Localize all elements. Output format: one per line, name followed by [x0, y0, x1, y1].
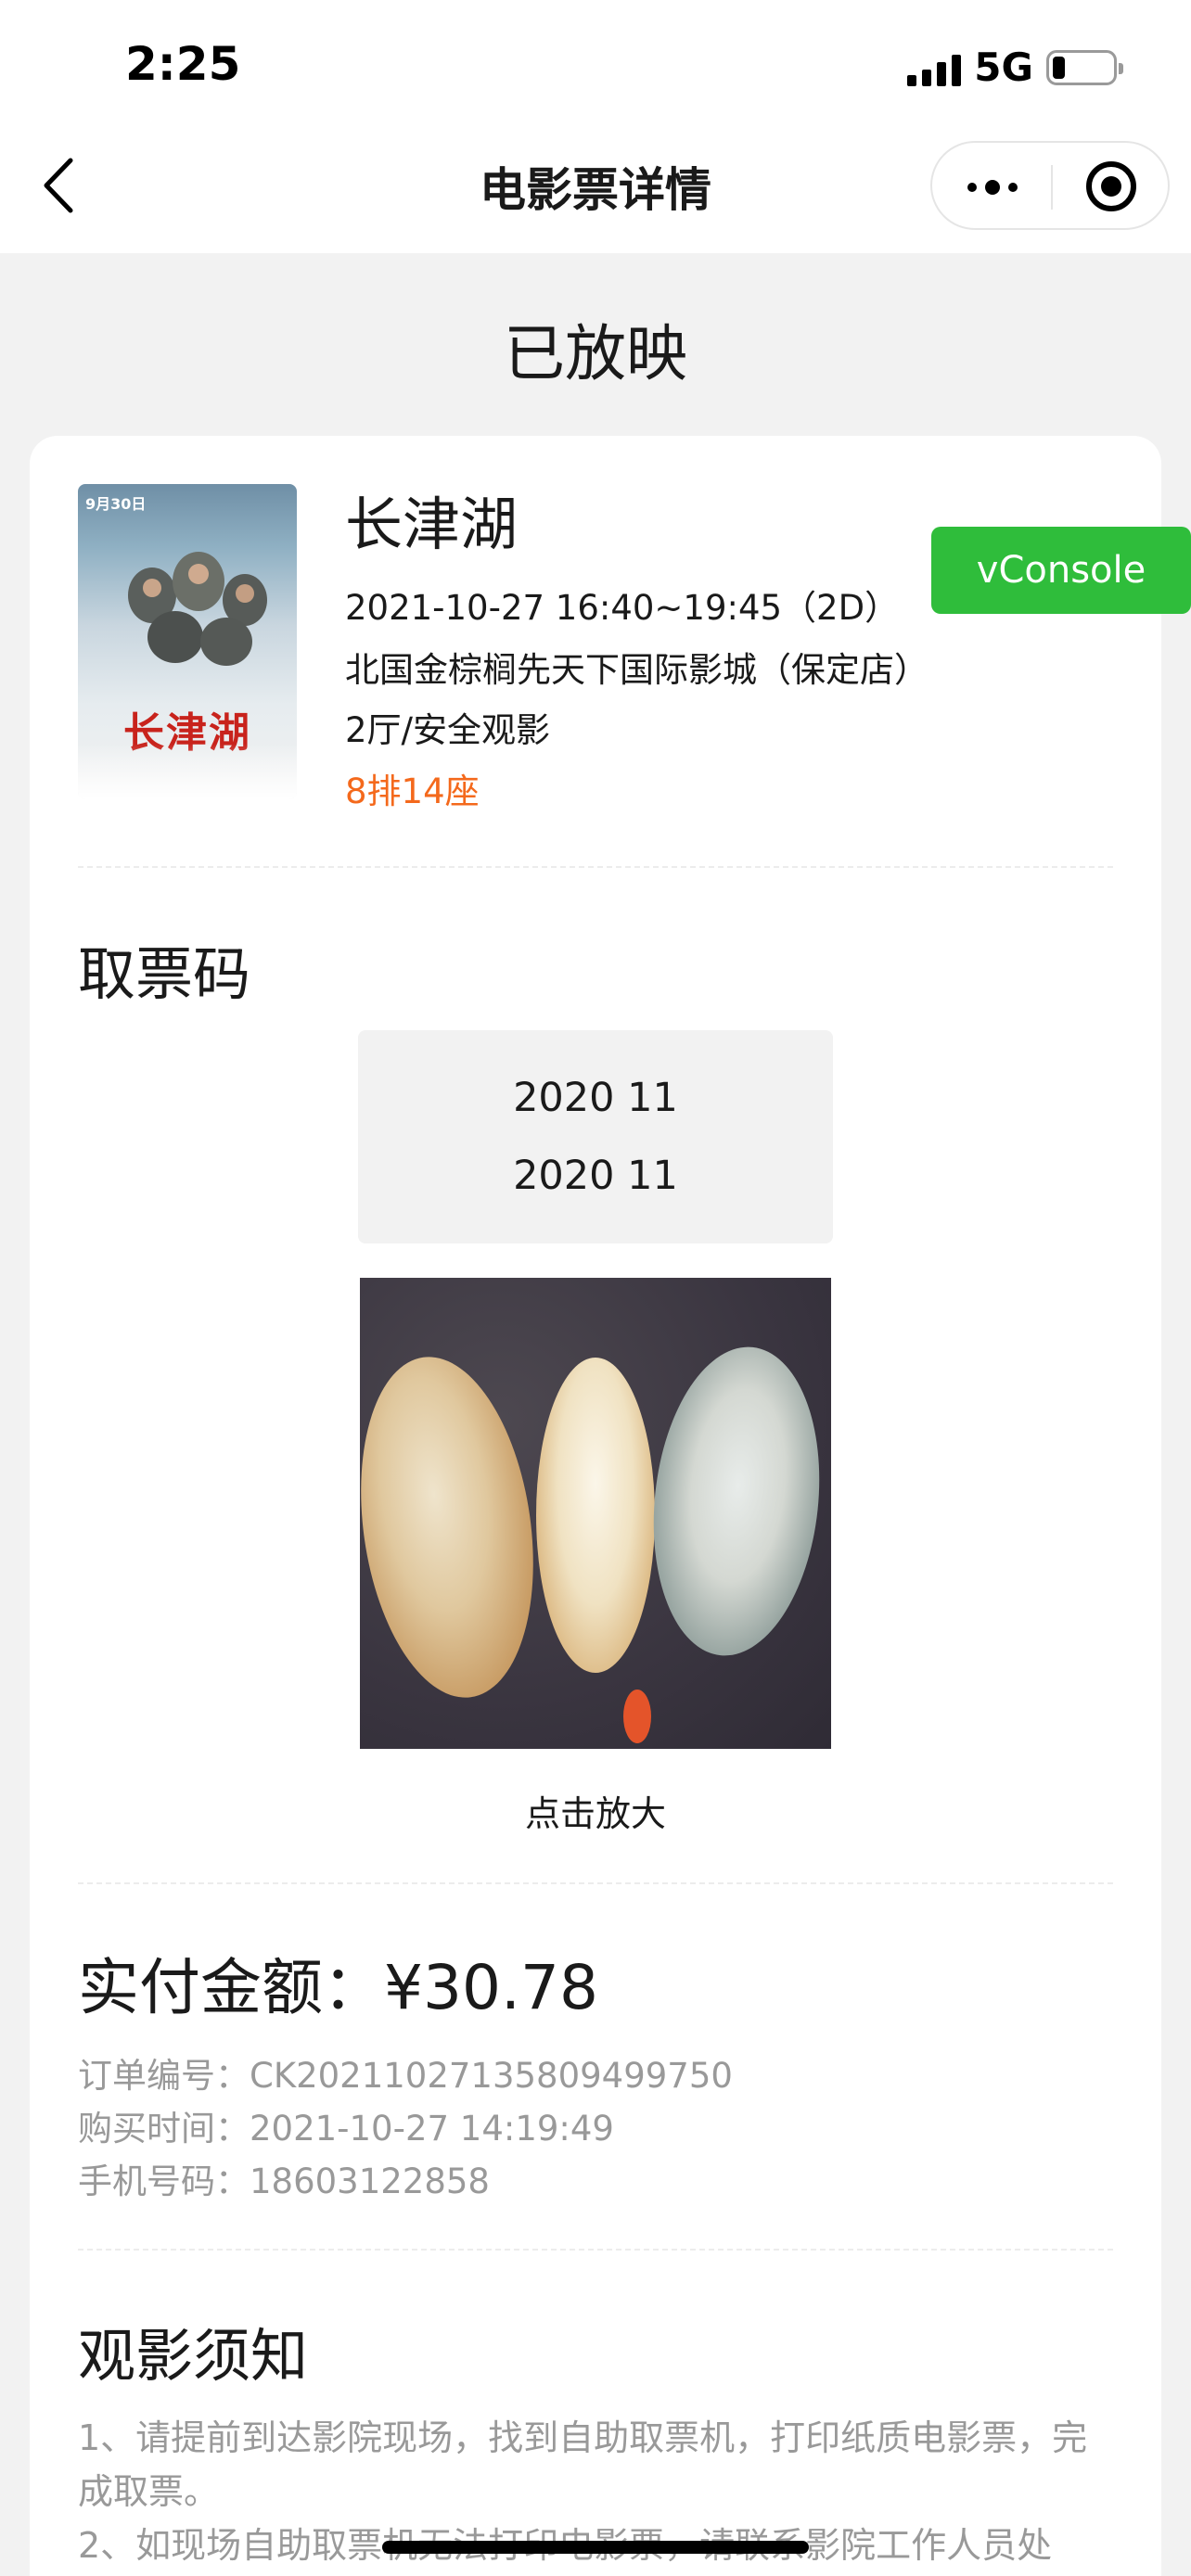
pickup-code-line: 2020 11	[513, 1153, 678, 1199]
battery-icon	[1046, 49, 1123, 85]
cinema-name: 北国金棕榈先天下国际影城（保定店）	[345, 650, 928, 690]
poster-soldiers-art	[128, 552, 267, 666]
mini-program-capsule	[930, 141, 1170, 230]
movie-showtime: 2021-10-27 16:40~19:45（2D）	[345, 588, 900, 628]
more-icon[interactable]	[967, 180, 1018, 195]
divider	[78, 1882, 1113, 1884]
pickup-code-line: 2020 11	[513, 1075, 678, 1121]
home-indicator[interactable]	[382, 2541, 809, 2554]
status-icons: 5G	[907, 45, 1123, 90]
stone-right	[639, 1338, 831, 1664]
notice-title: 观影须知	[78, 2322, 309, 2390]
notice-item: 1、请提前到达影院现场，找到自助取票机，打印纸质电影票，完成取票。	[78, 2417, 1088, 2512]
paid-label: 实付金额：	[78, 1952, 384, 2023]
stone-middle	[536, 1358, 655, 1673]
paid-value: ¥30.78	[384, 1952, 598, 2023]
status-time: 2:25	[125, 37, 241, 91]
network-type: 5G	[974, 45, 1033, 90]
poster-date-tag: 9月30日	[85, 495, 147, 513]
purchase-time: 购买时间：2021-10-27 14:19:49	[78, 2109, 614, 2149]
pickup-code-box: 2020 11 2020 11	[358, 1030, 833, 1243]
battery-fill	[1053, 56, 1065, 79]
signal-icon	[907, 49, 962, 86]
close-target-icon[interactable]	[1086, 161, 1136, 211]
order-number: 订单编号：CK20211027135809499750	[78, 2056, 733, 2096]
red-mark	[623, 1690, 651, 1743]
zoom-hint[interactable]: 点击放大	[0, 1785, 1191, 1836]
movie-poster[interactable]: 9月30日 长津湖	[78, 484, 297, 799]
pickup-code-title: 取票码	[78, 940, 251, 1008]
ticket-status: 已放映	[504, 318, 687, 389]
stone-left	[360, 1345, 554, 1709]
header: 2:25 5G 电影票详情	[0, 0, 1191, 253]
phone-number: 手机号码：18603122858	[78, 2162, 490, 2201]
movie-name: 长津湖	[345, 491, 519, 558]
vconsole-button[interactable]: vConsole	[931, 527, 1191, 614]
paid-amount: 实付金额：¥30.78	[78, 1938, 598, 2027]
seat-info: 8排14座	[345, 772, 480, 811]
divider	[78, 2249, 1113, 2251]
divider	[78, 866, 1113, 868]
hall-info: 2厅/安全观影	[345, 710, 551, 750]
pickup-code-image[interactable]	[360, 1278, 831, 1749]
